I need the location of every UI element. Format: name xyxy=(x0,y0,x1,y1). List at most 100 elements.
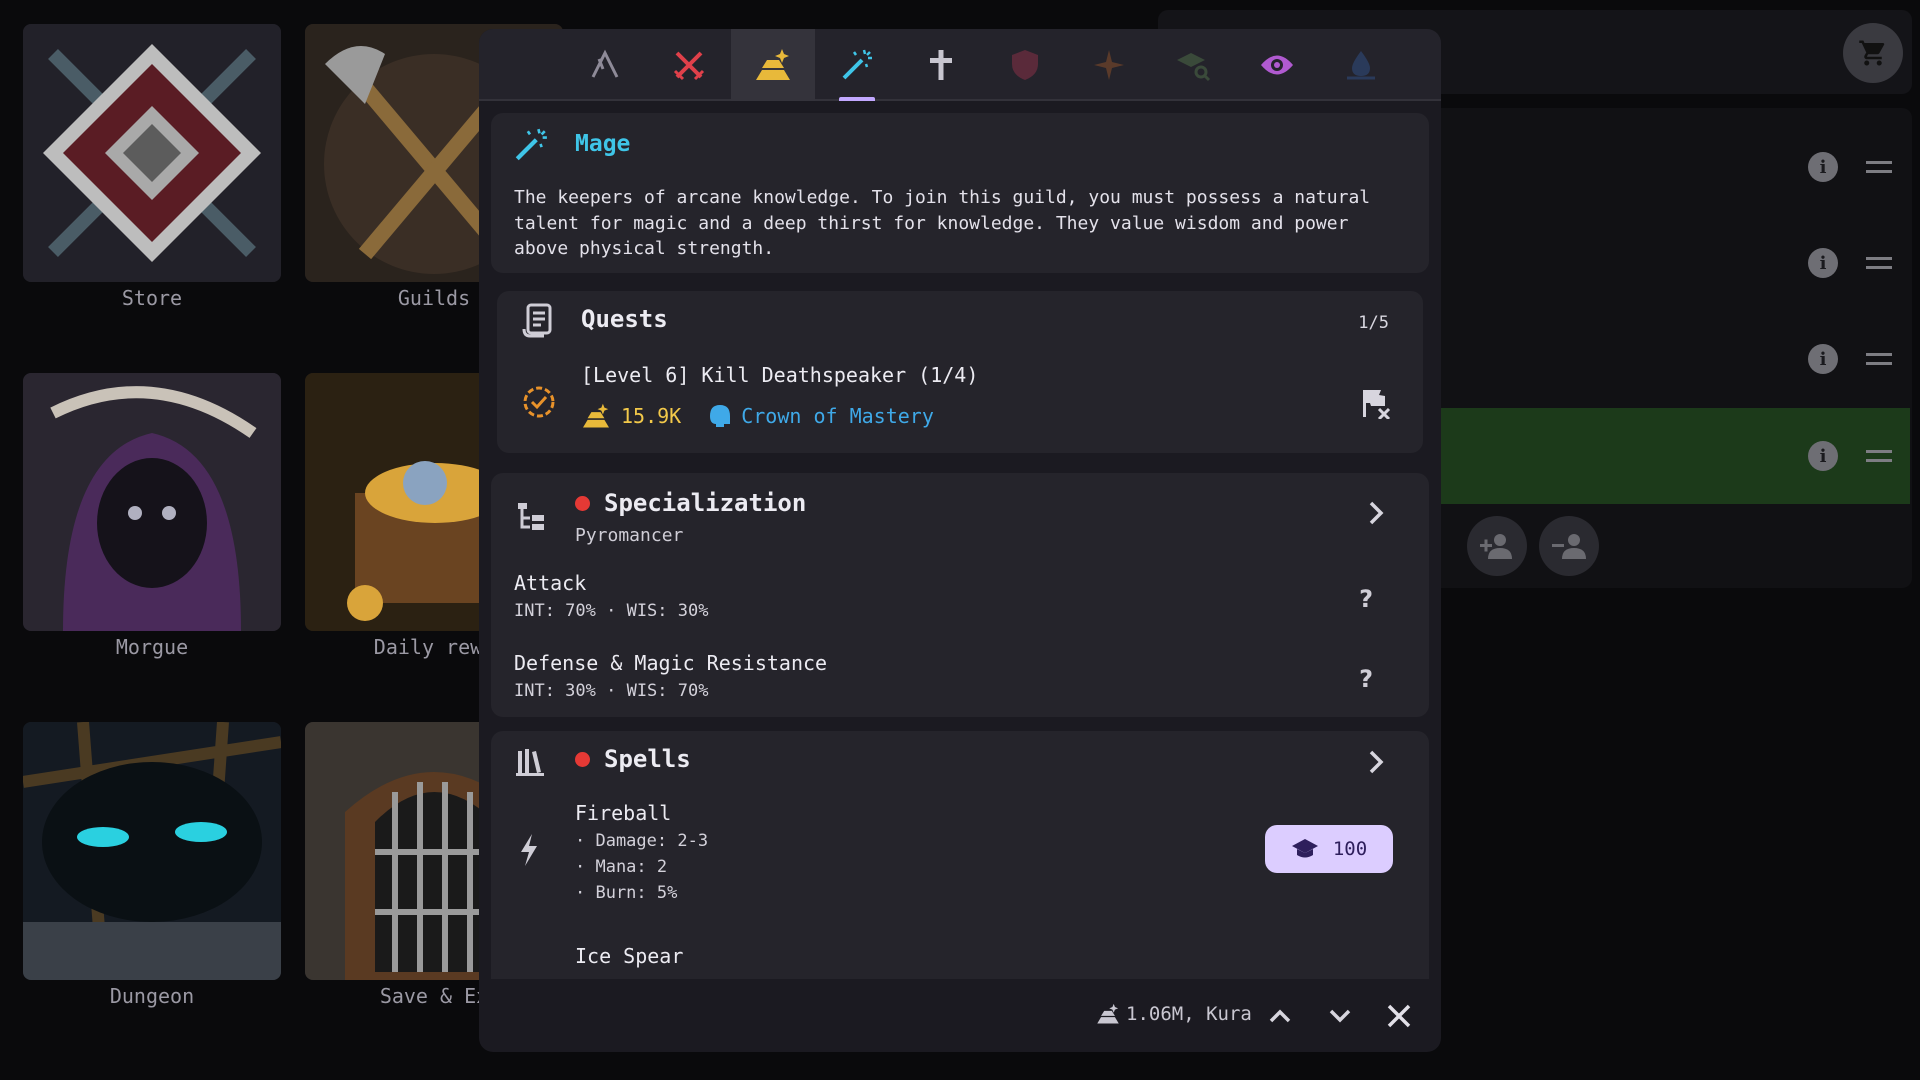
morgue-label: Morgue xyxy=(115,635,189,659)
spells-title: Spells xyxy=(575,745,691,773)
chevron-right-icon[interactable] xyxy=(1367,749,1385,775)
morgue-tile[interactable] xyxy=(23,373,281,631)
notification-dot xyxy=(575,751,590,767)
attack-stats: INT: 70% · WIS: 30% xyxy=(514,601,709,621)
graduation-cap-icon xyxy=(1291,839,1318,858)
spell-name: Fireball xyxy=(575,801,672,825)
store-label: Store xyxy=(121,286,183,310)
close-icon[interactable] xyxy=(1385,1002,1413,1030)
drag-handle-icon[interactable] xyxy=(1866,257,1892,269)
notification-dot xyxy=(575,495,590,511)
info-icon[interactable]: i xyxy=(1808,441,1838,471)
dungeon-tile[interactable] xyxy=(23,722,281,980)
guild-tab-bar xyxy=(479,29,1441,101)
spell-name: Ice Spear xyxy=(575,944,684,968)
gold-pile-icon xyxy=(583,403,609,428)
specialization-subtitle: Pyromancer xyxy=(575,525,684,546)
spell-stat: · Damage: 2-3 xyxy=(575,831,709,851)
guild-content[interactable]: Mage The keepers of arcane knowledge. To… xyxy=(491,113,1429,979)
defense-stats: INT: 30% · WIS: 70% xyxy=(514,681,709,701)
info-icon[interactable]: i xyxy=(1808,152,1838,182)
gold-pile-icon xyxy=(756,49,790,80)
spell-stat: · Burn: 5% xyxy=(575,883,678,903)
quest-name: [Level 6] Kill Deathspeaker (1/4) xyxy=(581,363,979,387)
party-row-controls: i xyxy=(1808,243,1892,283)
chevron-right-icon[interactable] xyxy=(1367,500,1385,526)
party-row-controls: i xyxy=(1808,147,1892,187)
reaper-icon xyxy=(23,373,281,631)
active-tab-indicator xyxy=(839,97,875,101)
dungeon-monster-icon xyxy=(23,722,281,980)
learn-spell-cost: 100 xyxy=(1332,838,1368,860)
magic-wand-icon xyxy=(515,128,547,161)
cart-icon xyxy=(1859,40,1885,66)
tab-monk[interactable] xyxy=(1067,29,1151,101)
tab-cleric[interactable] xyxy=(899,29,983,101)
learn-spell-button[interactable]: 100 xyxy=(1265,825,1393,873)
dialog-footer: 1.06M, Kura xyxy=(479,979,1441,1052)
footer-status-text: 1.06M, Kura xyxy=(1126,1003,1252,1025)
drag-handle-icon[interactable] xyxy=(1866,353,1892,365)
quest-item-reward[interactable]: Crown of Mastery xyxy=(741,404,934,428)
quest-progress-icon xyxy=(523,386,555,418)
tab-paladin[interactable] xyxy=(983,29,1067,101)
cross-icon xyxy=(930,50,952,80)
guild-info-card: Mage The keepers of arcane knowledge. To… xyxy=(491,113,1429,273)
water-drop-icon xyxy=(1347,51,1375,80)
warrior-icon xyxy=(591,49,619,78)
spell-stat: · Mana: 2 xyxy=(575,857,668,877)
lightning-icon xyxy=(521,834,537,866)
quests-card: Quests 1/5 [Level 6] Kill Deathspeaker (… xyxy=(497,291,1423,453)
footer-status: 1.06M, Kura xyxy=(1096,1003,1252,1025)
gold-pile-icon xyxy=(1097,1003,1119,1024)
magic-wand-icon xyxy=(842,49,872,80)
tab-warrior[interactable] xyxy=(563,29,647,101)
add-member-button[interactable] xyxy=(1467,516,1527,576)
spells-card: Spells Fireball · Damage: 2-3 · Mana: 2 … xyxy=(491,731,1429,979)
quests-title: Quests xyxy=(581,305,668,333)
spells-title-text: Spells xyxy=(604,745,691,773)
dungeon-label: Dungeon xyxy=(109,984,195,1008)
library-books-icon xyxy=(516,749,544,776)
guild-description: The keepers of arcane knowledge. To join… xyxy=(514,187,1371,259)
group-add-icon xyxy=(1480,534,1512,559)
drag-handle-icon[interactable] xyxy=(1866,450,1892,462)
tab-seer[interactable] xyxy=(1235,29,1319,101)
info-icon[interactable]: i xyxy=(1808,248,1838,278)
eye-icon xyxy=(1261,55,1293,75)
remove-member-button[interactable] xyxy=(1539,516,1599,576)
tab-scholar[interactable] xyxy=(1151,29,1235,101)
person-remove-icon xyxy=(1552,534,1586,559)
tab-merchant[interactable] xyxy=(731,29,815,101)
specialization-title-text: Specialization xyxy=(604,489,807,517)
defense-label: Defense & Magic Resistance xyxy=(514,651,828,675)
tree-structure-icon xyxy=(518,503,544,530)
chevron-up-icon[interactable] xyxy=(1267,1003,1293,1029)
info-icon[interactable]: i xyxy=(1808,344,1838,374)
attack-help-icon[interactable]: ? xyxy=(1359,585,1373,613)
party-row-controls: i xyxy=(1808,436,1892,476)
guild-name: Mage xyxy=(575,131,631,157)
specialization-card: Specialization Pyromancer Attack INT: 70… xyxy=(491,473,1429,717)
quest-rewards: 15.9K Crown of Mastery xyxy=(581,403,934,429)
defense-help-icon[interactable]: ? xyxy=(1359,665,1373,693)
tab-mage[interactable] xyxy=(815,29,899,101)
specialization-title: Specialization xyxy=(575,489,806,517)
tab-druid[interactable] xyxy=(1319,29,1403,101)
chevron-down-icon[interactable] xyxy=(1327,1003,1353,1029)
attack-label: Attack xyxy=(514,571,587,595)
store-tile[interactable] xyxy=(23,24,281,282)
tab-fighter[interactable] xyxy=(647,29,731,101)
helmet-icon xyxy=(710,405,731,427)
cart-button[interactable] xyxy=(1843,23,1903,83)
party-row-controls: i xyxy=(1808,339,1892,379)
drag-handle-icon[interactable] xyxy=(1866,161,1892,173)
scroll-icon xyxy=(522,303,552,338)
crossed-swords-icon xyxy=(673,51,705,81)
quest-gold-reward: 15.9K xyxy=(621,404,682,428)
store-shield-icon xyxy=(23,24,281,282)
shield-icon xyxy=(1012,50,1038,80)
abandon-quest-icon[interactable] xyxy=(1359,387,1391,419)
quests-count: 1/5 xyxy=(1358,313,1389,333)
graduation-cap-search-icon xyxy=(1177,53,1211,82)
